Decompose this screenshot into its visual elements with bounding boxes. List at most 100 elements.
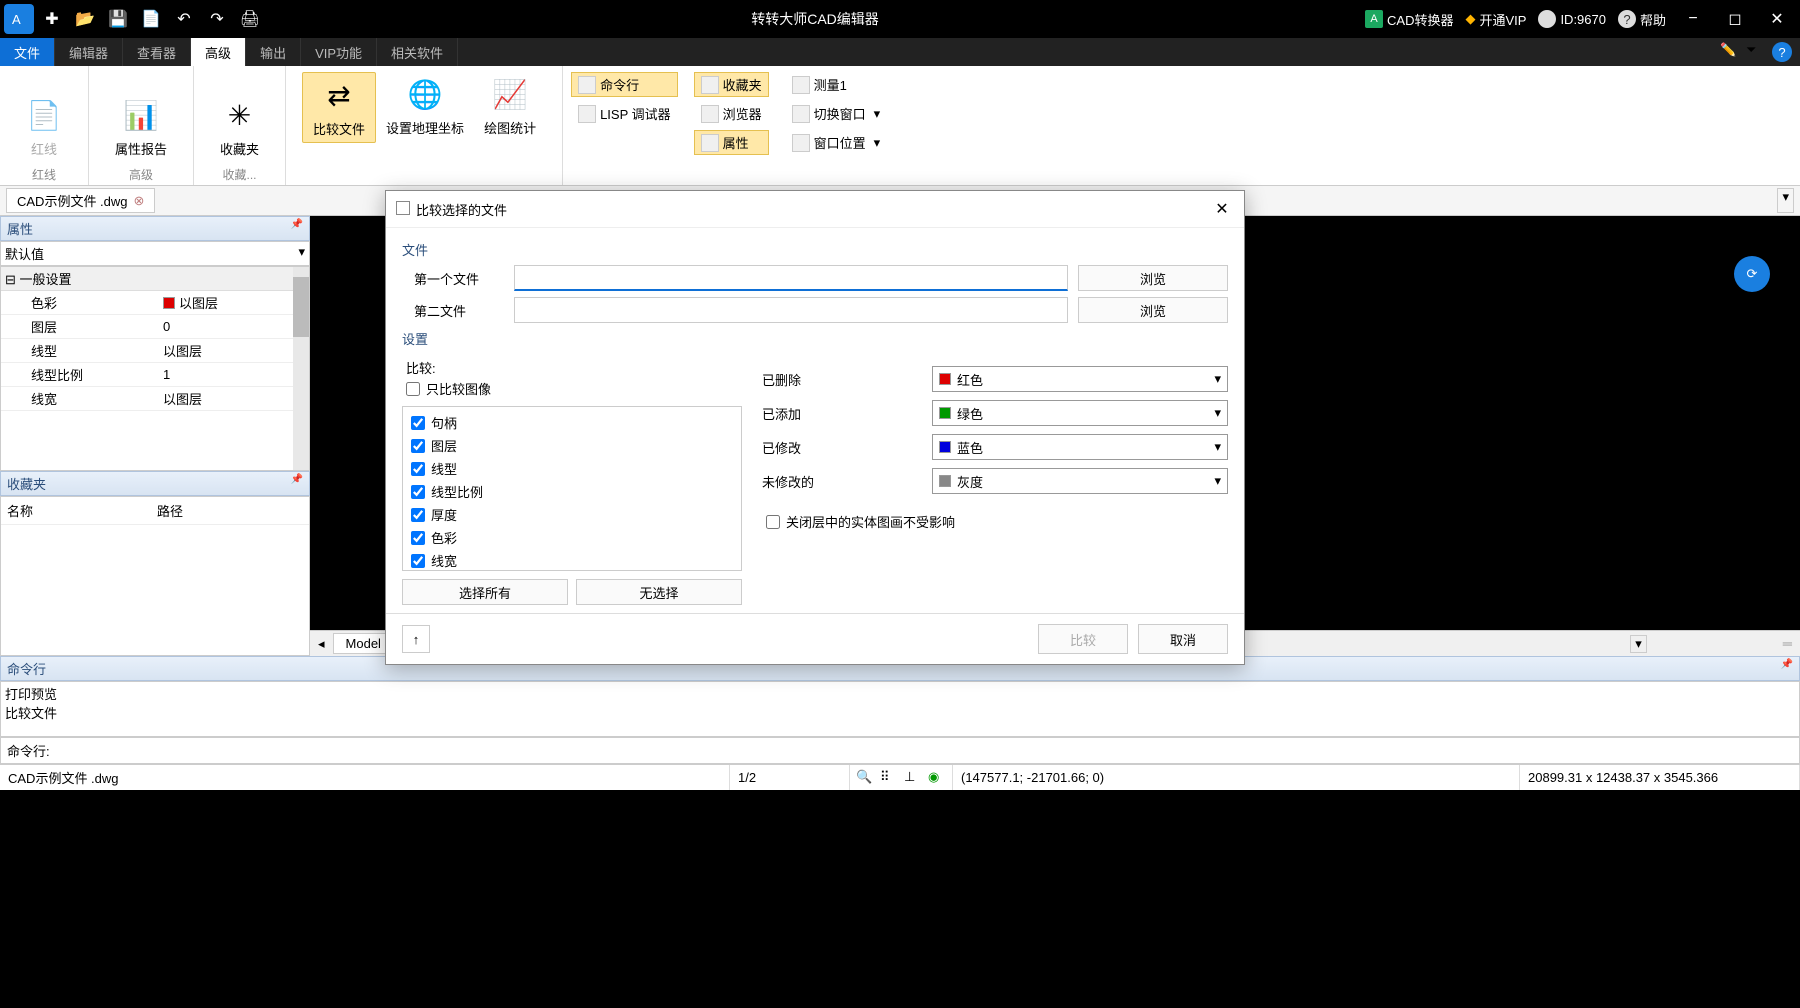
scrollbar[interactable] [293,267,309,470]
favorites-panel-header[interactable]: 收藏夹📌 [0,471,310,496]
redline-button[interactable]: 📄 红线 [16,93,72,162]
cmdline-button[interactable]: 命令行 [571,72,678,97]
favorites-small-button[interactable]: 收藏夹 [694,72,769,97]
globe-icon: 🌐 [407,76,443,112]
status-coords: (147577.1; -21701.66; 0) [953,765,1520,790]
ribbon: 📄 红线 红线 📊 属性报告 高级 ✳ 收藏夹 收藏... ⇄ 比较文件 🌐 设… [0,66,1800,186]
first-file-input[interactable] [514,265,1068,291]
pin-icon[interactable]: 📌 [291,219,303,238]
properties-panel-header[interactable]: 属性📌 [0,216,310,241]
open-icon[interactable]: 📂 [70,4,100,34]
tab-prev-icon[interactable]: ◂ [318,636,325,652]
fav-path-col[interactable]: 路径 [155,499,305,522]
chk-handle[interactable]: 句柄 [407,411,737,434]
status-dims: 20899.31 x 12438.37 x 3545.366 [1520,765,1800,790]
closed-layer-checkbox[interactable]: 关闭层中的实体图画不受影响 [762,510,1228,533]
menu-output[interactable]: 输出 [246,38,301,66]
dialog-titlebar[interactable]: 比较选择的文件 ✕ [386,191,1244,228]
set-geo-button[interactable]: 🌐 设置地理坐标 [376,72,474,141]
menu-vip[interactable]: VIP功能 [301,38,377,66]
second-file-input[interactable] [514,297,1068,323]
chevron-down-icon: ▾ [1214,439,1221,455]
menu-editor[interactable]: 编辑器 [55,38,123,66]
favorites-button[interactable]: ✳ 收藏夹 [210,93,269,162]
unmodified-color-select[interactable]: 灰度▾ [932,468,1228,494]
chk-color[interactable]: 色彩 [407,526,737,549]
tab-close-icon[interactable]: ⊗ [134,193,145,209]
deleted-color-select[interactable]: 红色▾ [932,366,1228,392]
compare-button[interactable]: 比较 [1038,624,1128,654]
redo-icon[interactable]: ↷ [202,4,232,34]
lisp-debug-button[interactable]: LISP 调试器 [571,101,678,126]
close-icon[interactable]: ✕ [1762,4,1792,34]
grid-icon[interactable]: ⠿ [880,769,898,787]
browse-first-button[interactable]: 浏览 [1078,265,1228,291]
tabs-dropdown-icon[interactable]: ▾ [1777,188,1794,213]
compare-files-button[interactable]: ⇄ 比较文件 [302,72,376,143]
pin-icon[interactable]: 📌 [291,474,303,493]
fav-name-col[interactable]: 名称 [5,499,155,522]
tab-dropdown-icon[interactable]: ▾ [1630,635,1647,653]
dialog-close-button[interactable]: ✕ [1210,197,1234,221]
menu-viewer[interactable]: 查看器 [123,38,191,66]
polar-icon[interactable]: ◉ [928,769,946,787]
minimize-icon[interactable]: − [1678,4,1708,34]
menubar: 文件 编辑器 查看器 高级 输出 VIP功能 相关软件 ✏️ ⏷ ? [0,38,1800,66]
save-icon[interactable]: 💾 [103,4,133,34]
up-arrow-button[interactable]: ↑ [402,625,430,653]
new-icon[interactable]: ✚ [37,4,67,34]
debug-icon [578,105,596,123]
edit-icon[interactable]: ✏️ [1720,42,1740,62]
star-icon: ✳ [222,97,258,133]
pin-icon[interactable]: 📌 [1781,659,1793,678]
chevron-down-icon: ▾ [1214,405,1221,421]
snap-icon[interactable]: 🔍 [856,769,874,787]
document-icon: 📄 [26,97,62,133]
command-prompt: 命令行: [1,738,56,763]
only-image-checkbox[interactable]: 只比较图像 [402,377,742,400]
maximize-icon[interactable]: ◻ [1720,4,1750,34]
chk-linetype[interactable]: 线型 [407,457,737,480]
help-link[interactable]: ?帮助 [1618,10,1666,29]
menu-related[interactable]: 相关软件 [377,38,458,66]
prop-section-general[interactable]: ⊟ 一般设置 [1,267,309,291]
props-icon [701,134,719,152]
collapse-icon[interactable]: ⏷ [1746,42,1766,62]
info-icon[interactable]: ? [1772,42,1792,62]
property-selector[interactable]: 默认值▾ [0,241,310,266]
select-none-button[interactable]: 无选择 [576,579,742,605]
browse-second-button[interactable]: 浏览 [1078,297,1228,323]
user-id[interactable]: ID:9670 [1538,10,1606,28]
document-tab[interactable]: CAD示例文件 .dwg ⊗ [6,188,155,213]
browser-button[interactable]: 浏览器 [694,101,769,126]
ortho-icon[interactable]: ⊥ [904,769,922,787]
grip-icon[interactable]: ═ [1783,636,1792,651]
vip-link[interactable]: ◆开通VIP [1465,10,1526,29]
titlebar: A ✚ 📂 💾 📄 ↶ ↷ 🖨 转转大师CAD编辑器 ACAD转换器 ◆开通VI… [0,0,1800,38]
chk-lw[interactable]: 线宽 [407,549,737,572]
chk-ltscale[interactable]: 线型比例 [407,480,737,503]
print-icon[interactable]: 🖨 [235,4,265,34]
select-all-button[interactable]: 选择所有 [402,579,568,605]
avatar-icon [1538,10,1556,28]
command-input[interactable] [56,738,1799,763]
modified-color-select[interactable]: 蓝色▾ [932,434,1228,460]
menu-file[interactable]: 文件 [0,38,55,66]
draw-stats-button[interactable]: 📈 绘图统计 [474,72,546,141]
compare-files-dialog: 比较选择的文件 ✕ 文件 第一个文件 浏览 第二文件 浏览 设置 比较: 只比较… [385,190,1245,665]
window-position-button[interactable]: 窗口位置▾ [785,130,888,155]
attr-report-button[interactable]: 📊 属性报告 [105,93,177,162]
compass-icon[interactable]: ⟳ [1734,256,1770,292]
menu-advanced[interactable]: 高级 [191,38,246,66]
cancel-button[interactable]: 取消 [1138,624,1228,654]
chk-layer[interactable]: 图层 [407,434,737,457]
properties-button[interactable]: 属性 [694,130,769,155]
cad-converter-link[interactable]: ACAD转换器 [1365,10,1453,29]
pdf-icon[interactable]: 📄 [136,4,166,34]
measure-button[interactable]: 测量1 [785,72,888,97]
added-color-select[interactable]: 绿色▾ [932,400,1228,426]
undo-icon[interactable]: ↶ [169,4,199,34]
switch-window-button[interactable]: 切换窗口▾ [785,101,888,126]
chk-thick[interactable]: 厚度 [407,503,737,526]
app-logo[interactable]: A [4,4,34,34]
